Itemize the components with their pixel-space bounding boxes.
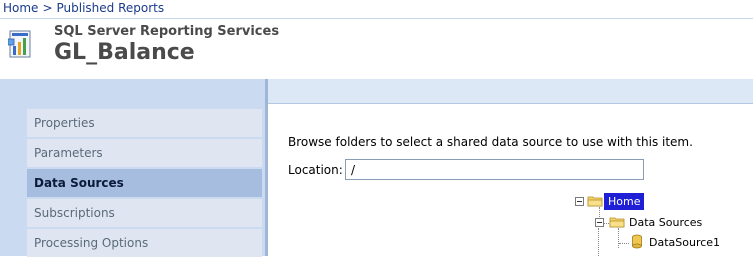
app-name: SQL Server Reporting Services [54,24,280,39]
breadcrumb: Home > Published Reports [3,1,164,17]
breadcrumb-published-reports-link[interactable]: Published Reports [57,1,165,15]
instructions-text: Browse folders to select a shared data s… [288,135,693,149]
folder-icon [609,217,625,228]
report-icon [8,30,31,58]
tree-connector [619,243,629,244]
tree-connector [618,228,619,248]
tree-item-home[interactable]: Home [604,193,645,210]
header-divider [0,18,753,19]
location-input[interactable] [345,159,644,180]
breadcrumb-separator: > [42,1,53,15]
tree-item-data-sources[interactable]: Data Sources [629,216,702,229]
sidebar-nav: Properties Parameters Data Sources Subsc… [27,109,262,259]
tree-item-datasource1[interactable]: DataSource1 [649,236,720,249]
datasource-icon [632,234,642,249]
location-label: Location: [288,163,343,177]
nav-item-properties[interactable]: Properties [27,109,262,137]
nav-item-processing-options[interactable]: Processing Options [27,229,262,257]
folder-icon [587,196,603,207]
breadcrumb-home-link[interactable]: Home [3,1,38,15]
page-title: GL_Balance [54,40,195,65]
sidebar-divider [265,79,268,256]
data-sources-collapse-icon[interactable] [595,218,604,227]
nav-item-data-sources[interactable]: Data Sources [27,169,262,197]
tree-connector [598,228,599,256]
content-toolbar-strip [268,79,753,104]
home-collapse-icon[interactable] [575,197,584,206]
nav-item-parameters[interactable]: Parameters [27,139,262,167]
nav-item-subscriptions[interactable]: Subscriptions [27,199,262,227]
